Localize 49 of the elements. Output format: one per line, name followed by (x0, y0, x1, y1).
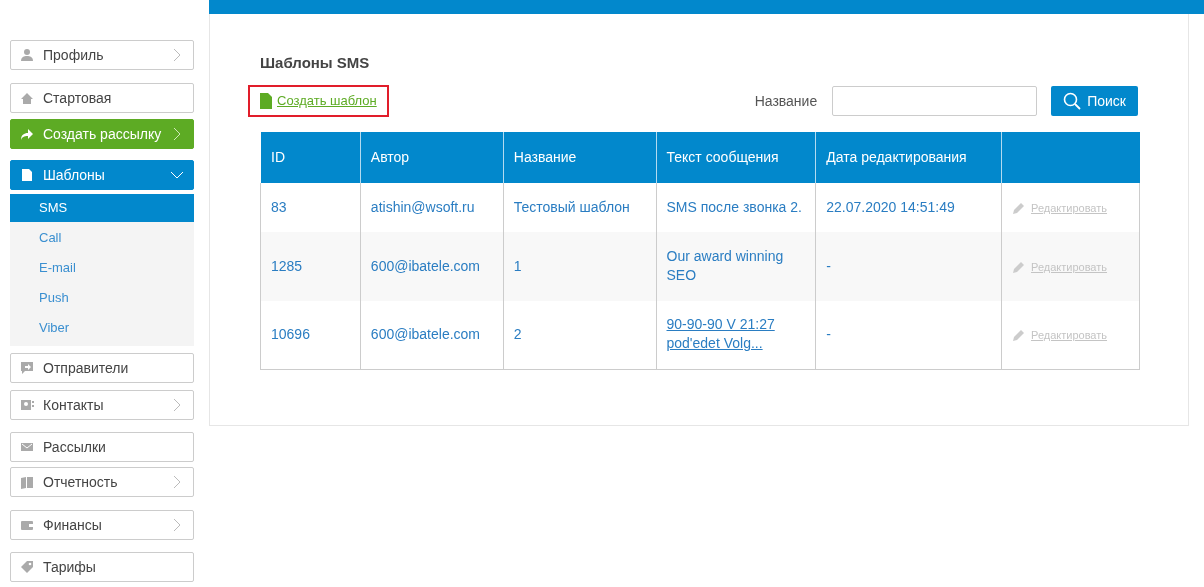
table-cell-text: Our award winning SEO (666, 247, 785, 285)
table-cell-text: 600@ibatele.com (370, 325, 480, 345)
sidebar-item[interactable]: Рассылки (10, 432, 194, 462)
chat-icon (20, 361, 34, 375)
sidebar-item[interactable]: Контакты (10, 390, 194, 420)
pencil-icon (1012, 260, 1027, 275)
table-cell-text: 2 (513, 325, 522, 345)
table-cell-text: SMS после звонка 2. (666, 198, 802, 217)
sidebar-item[interactable]: Создать рассылку (10, 119, 194, 149)
submenu-item[interactable]: Viber (10, 314, 194, 342)
table-cell-text: 600@ibatele.com (370, 257, 480, 276)
pencil-icon (1012, 328, 1027, 343)
sidebar-item[interactable]: Стартовая (10, 83, 194, 113)
submenu-item[interactable]: Call (10, 224, 194, 252)
table-cell-text: 1 (513, 257, 522, 276)
search-button[interactable]: Поиск (1051, 86, 1138, 116)
submenu-item[interactable]: E-mail (10, 254, 194, 282)
contact-card-icon (20, 398, 34, 412)
share-arrow-icon (20, 127, 34, 141)
sidebar-item[interactable]: Тарифы (10, 552, 194, 582)
sidebar-item[interactable]: Отчетность (10, 467, 194, 497)
user-icon (20, 48, 34, 62)
table-cell-text: - (826, 257, 831, 276)
create-template-link[interactable]: Создать шаблон (277, 91, 377, 111)
field-label: Название (754, 91, 818, 111)
search-field[interactable] (832, 86, 1038, 116)
document-icon (20, 168, 34, 182)
page-title: Шаблоны SMS (260, 53, 371, 73)
table-cell-text: - (826, 325, 831, 345)
table-cell-text: 22.07.2020 14:51:49 (826, 198, 955, 217)
table-cell-text: 10696 (271, 325, 310, 345)
home-icon (20, 91, 34, 105)
submenu-item[interactable]: SMS (10, 194, 194, 222)
sidebar-item[interactable]: Финансы (10, 510, 194, 540)
wallet-icon (20, 518, 34, 532)
sidebar-item[interactable]: Профиль (10, 40, 194, 70)
document-icon (260, 93, 272, 109)
table-cell-text: 1285 (271, 257, 303, 276)
book-icon (20, 475, 34, 489)
envelope-icon (20, 440, 34, 454)
table-cell-text: atishin@wsoft.ru (370, 198, 475, 217)
pencil-icon (1012, 201, 1027, 216)
table-cell-text: Тестовый шаблон (513, 198, 630, 217)
sidebar-item[interactable]: Отправители (10, 353, 194, 383)
tag-icon (20, 560, 34, 574)
sidebar-item[interactable]: Шаблоны (10, 160, 194, 190)
submenu-item[interactable]: Push (10, 284, 194, 312)
search-icon (1063, 92, 1082, 110)
table-cell-text: 83 (271, 198, 287, 217)
